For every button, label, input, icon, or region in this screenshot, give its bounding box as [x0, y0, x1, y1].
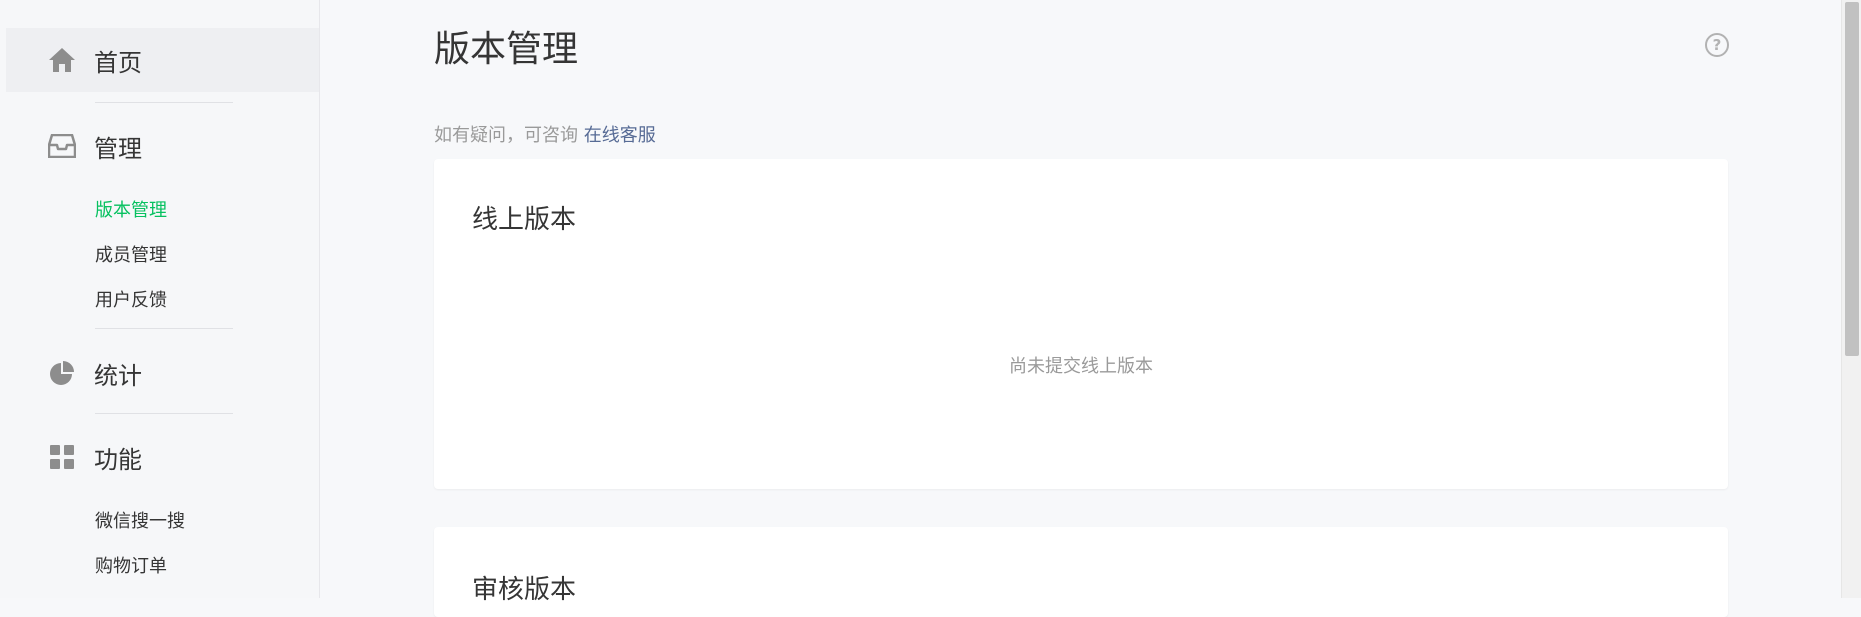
divider: [95, 328, 233, 329]
online-version-card: 线上版本 尚未提交线上版本: [434, 159, 1728, 489]
review-version-card: 审核版本: [434, 527, 1728, 617]
sidebar-group-features[interactable]: 功能: [48, 437, 142, 477]
sidebar: 首页 管理 版本管理 成员管理 用户反馈 统计 功能 微信搜一搜 购物订单: [0, 0, 320, 598]
scrollbar[interactable]: [1841, 0, 1861, 598]
sidebar-item-wechat-search[interactable]: 微信搜一搜: [95, 507, 185, 533]
sidebar-group-label: 管理: [94, 134, 142, 163]
help-hint: 如有疑问，可咨询 在线客服: [434, 121, 656, 147]
main-content: 版本管理 ? 如有疑问，可咨询 在线客服 线上版本 尚未提交线上版本 审核版本: [320, 0, 1841, 617]
card-title: 审核版本: [472, 575, 577, 605]
home-icon: [48, 46, 76, 74]
sidebar-item-member-manage[interactable]: 成员管理: [95, 241, 167, 267]
hint-text: 如有疑问，可咨询: [434, 125, 584, 146]
sidebar-group-label: 统计: [94, 361, 142, 390]
inbox-icon: [48, 132, 76, 160]
sidebar-item-home[interactable]: 首页: [48, 40, 142, 80]
sidebar-item-label: 首页: [94, 48, 142, 77]
empty-state-text: 尚未提交线上版本: [1009, 356, 1153, 377]
grid-icon: [48, 443, 76, 471]
sidebar-item-shopping-orders[interactable]: 购物订单: [95, 552, 167, 578]
online-support-link[interactable]: 在线客服: [584, 125, 656, 146]
sidebar-item-user-feedback[interactable]: 用户反馈: [95, 286, 167, 312]
sidebar-item-version-manage[interactable]: 版本管理: [95, 196, 167, 222]
divider: [95, 102, 233, 103]
help-icon[interactable]: ?: [1705, 33, 1729, 57]
sidebar-group-label: 功能: [94, 445, 142, 474]
divider: [95, 413, 233, 414]
card-title: 线上版本: [472, 205, 577, 235]
sidebar-group-manage[interactable]: 管理: [48, 126, 142, 166]
scrollbar-thumb[interactable]: [1845, 2, 1859, 356]
pie-chart-icon: [48, 359, 76, 387]
page-title: 版本管理: [434, 29, 579, 70]
sidebar-group-stats[interactable]: 统计: [48, 353, 142, 393]
